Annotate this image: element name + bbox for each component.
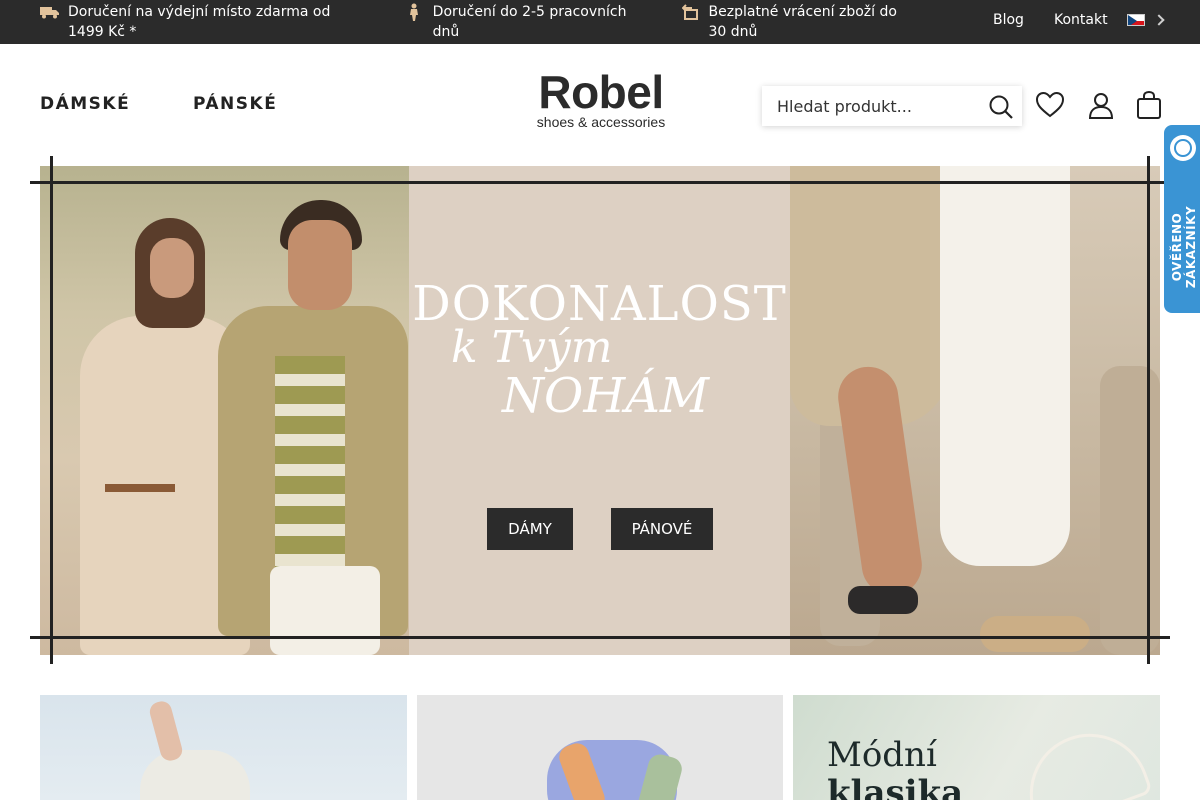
usp-delivery-time: Doručení do 2-5 pracovních dnů: [404, 2, 644, 42]
heart-icon[interactable]: [1035, 90, 1065, 120]
verified-seal-icon: [1170, 135, 1196, 161]
frame-line: [30, 636, 1170, 639]
men-button[interactable]: PÁNOVÉ: [611, 508, 713, 550]
hero-banner[interactable]: DOKONALOST k Tvým NOHÁM DÁMY PÁNOVÉ: [40, 166, 1160, 655]
truck-icon: [40, 2, 60, 22]
verified-badge-text: OVĚŘENO ZÁKAZNÍKY: [1170, 205, 1198, 289]
tile-title: Módní: [827, 735, 937, 775]
hero-headline-italic-2: NOHÁM: [502, 368, 710, 424]
usp-text: Doručení na výdejní místo zdarma od 1499…: [68, 4, 331, 40]
delivery-person-icon: [404, 2, 425, 22]
nav-men[interactable]: PÁNSKÉ: [193, 94, 277, 114]
top-info-bar: Doručení na výdejní místo zdarma od 1499…: [0, 0, 1200, 44]
verified-by-customers-badge[interactable]: OVĚŘENO ZÁKAZNÍKY: [1164, 125, 1200, 313]
category-tile[interactable]: [417, 695, 783, 800]
cart-icon[interactable]: [1134, 90, 1164, 120]
usp-free-returns: Bezplatné vrácení zboží do 30 dnů: [682, 2, 912, 42]
category-tile[interactable]: [40, 695, 407, 800]
tile-title-bold: klasika: [827, 773, 964, 800]
women-button[interactable]: DÁMY: [487, 508, 573, 550]
frame-line: [1147, 156, 1150, 664]
frame-line: [30, 181, 1170, 184]
chevron-right-icon: [1153, 14, 1165, 26]
contact-link[interactable]: Kontakt: [1054, 12, 1108, 28]
return-box-icon: [682, 2, 701, 22]
usp-free-pickup: Doručení na výdejní místo zdarma od 1499…: [40, 2, 350, 42]
usp-text: Bezplatné vrácení zboží do 30 dnů: [708, 4, 897, 40]
frame-line: [50, 156, 53, 664]
search-input[interactable]: [762, 87, 982, 125]
category-tile-classic[interactable]: Módní klasika: [793, 695, 1160, 800]
czech-flag-icon: [1127, 14, 1145, 26]
logo-wordmark: Robel: [538, 66, 664, 118]
blog-link[interactable]: Blog: [993, 12, 1024, 28]
search-icon[interactable]: [988, 94, 1014, 120]
logo[interactable]: Robel shoes & accessories: [528, 68, 674, 138]
hero-couple-image: [40, 166, 409, 655]
hero-headline-italic: k Tvým: [451, 322, 613, 373]
logo-tagline: shoes & accessories: [536, 114, 666, 130]
usp-text: Doručení do 2-5 pracovních dnů: [432, 4, 627, 40]
search-box: [762, 86, 1022, 126]
language-switcher[interactable]: [1127, 14, 1165, 26]
user-icon[interactable]: [1086, 90, 1116, 120]
nav-women[interactable]: DÁMSKÉ: [40, 94, 130, 114]
